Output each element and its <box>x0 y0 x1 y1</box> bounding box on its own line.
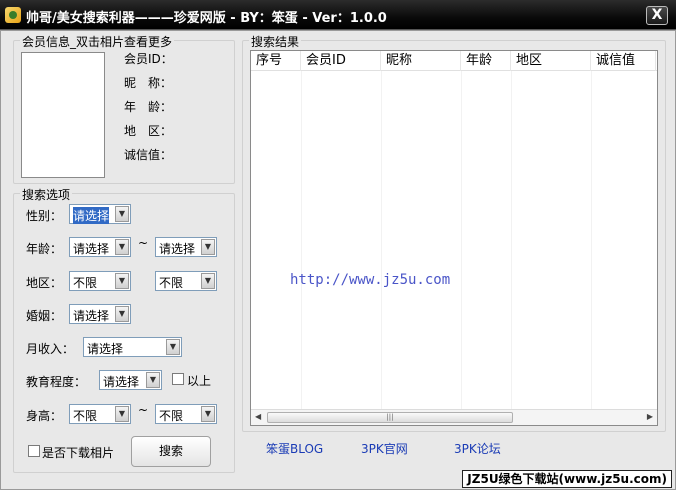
height-from-value: 不限 <box>73 409 98 423</box>
column-header-index[interactable]: 序号 <box>251 51 301 71</box>
column-header-credit[interactable]: 诚信值 <box>591 51 656 71</box>
title-bar: 帅哥/美女搜索利器———珍爱网版 - BY：笨蛋 - Ver：1.0.0 X <box>0 0 676 30</box>
window-title: 帅哥/美女搜索利器———珍爱网版 - BY：笨蛋 - Ver：1.0.0 <box>26 11 387 26</box>
column-divider <box>511 71 512 411</box>
age-from-value: 请选择 <box>73 242 110 256</box>
age-to-value: 请选择 <box>159 242 196 256</box>
education-label: 教育程度： <box>26 375 87 389</box>
education-select[interactable]: 请选择 ▼ <box>99 370 162 390</box>
marriage-label: 婚姻： <box>26 309 63 323</box>
city-select[interactable]: 不限 ▼ <box>155 271 217 291</box>
search-options-title: 搜索选项 <box>20 186 73 203</box>
age-to-select[interactable]: 请选择 ▼ <box>155 237 217 257</box>
marriage-select[interactable]: 请选择 ▼ <box>69 304 131 324</box>
education-above-checkbox[interactable] <box>172 373 184 385</box>
forum-link[interactable]: 3PK论坛 <box>454 440 501 457</box>
education-value: 请选择 <box>103 375 140 389</box>
city-value: 不限 <box>159 276 184 290</box>
column-divider <box>301 71 302 411</box>
horizontal-scrollbar[interactable]: ◀ ||| ▶ <box>251 409 657 425</box>
chevron-down-icon: ▼ <box>115 406 129 422</box>
blog-link[interactable]: 笨蛋BLOG <box>266 440 323 457</box>
height-to-value: 不限 <box>159 409 184 423</box>
gender-value: 请选择 <box>73 207 110 224</box>
gender-label: 性别： <box>26 209 63 223</box>
chevron-down-icon: ▼ <box>201 406 215 422</box>
height-label: 身高： <box>26 409 63 423</box>
watermark-url: http://www.jz5u.com <box>290 272 451 288</box>
income-label: 月收入： <box>26 342 75 356</box>
table-header: 序号 会员ID 昵称 年龄 地区 诚信值 <box>251 51 657 71</box>
member-info-title: 会员信息_双击相片查看更多 <box>20 33 175 50</box>
column-divider <box>591 71 592 411</box>
member-id-label: 会员ID： <box>124 52 173 66</box>
chevron-down-icon: ▼ <box>201 273 215 289</box>
marriage-value: 请选择 <box>73 309 110 323</box>
scroll-left-icon[interactable]: ◀ <box>255 412 261 421</box>
search-options-group: 搜索选项 <box>13 186 235 473</box>
height-to-select[interactable]: 不限 ▼ <box>155 404 217 424</box>
gender-select[interactable]: 请选择 ▼ <box>69 204 131 224</box>
download-site-badge: JZ5U绿色下载站(www.jz5u.com) <box>462 470 672 488</box>
chevron-down-icon: ▼ <box>115 206 129 222</box>
chevron-down-icon: ▼ <box>201 239 215 255</box>
age-label: 年 龄： <box>124 100 173 114</box>
height-range-separator: ~ <box>138 403 149 417</box>
column-header-member-id[interactable]: 会员ID <box>301 51 381 71</box>
scrollbar-thumb[interactable]: ||| <box>267 412 513 423</box>
province-select[interactable]: 不限 ▼ <box>69 271 131 291</box>
age-from-select[interactable]: 请选择 ▼ <box>69 237 131 257</box>
column-header-age[interactable]: 年龄 <box>461 51 511 71</box>
region-filter-label: 地区： <box>26 276 63 290</box>
column-header-nickname[interactable]: 昵称 <box>381 51 461 71</box>
income-select[interactable]: 请选择 ▼ <box>83 337 182 357</box>
province-value: 不限 <box>73 276 98 290</box>
column-header-region[interactable]: 地区 <box>511 51 591 71</box>
age-filter-label: 年龄： <box>26 242 63 256</box>
scroll-right-icon[interactable]: ▶ <box>647 412 653 421</box>
income-value: 请选择 <box>87 342 124 356</box>
app-icon <box>5 7 21 23</box>
member-photo[interactable] <box>21 52 105 178</box>
column-divider <box>381 71 382 411</box>
results-table[interactable]: 序号 会员ID 昵称 年龄 地区 诚信值 ◀ ||| ▶ <box>250 50 658 426</box>
close-button[interactable]: X <box>646 6 668 25</box>
height-from-select[interactable]: 不限 ▼ <box>69 404 131 424</box>
credit-label: 诚信值： <box>124 148 173 162</box>
education-above-label: 以上 <box>187 374 212 388</box>
chevron-down-icon: ▼ <box>146 372 160 388</box>
official-site-link[interactable]: 3PK官网 <box>361 440 408 457</box>
chevron-down-icon: ▼ <box>115 306 129 322</box>
search-button[interactable]: 搜索 <box>131 436 211 467</box>
download-photo-checkbox[interactable] <box>28 445 40 457</box>
region-label: 地 区： <box>124 124 173 138</box>
age-range-separator: ~ <box>138 236 149 250</box>
download-photo-label: 是否下载相片 <box>42 446 115 460</box>
column-divider <box>461 71 462 411</box>
nickname-label: 昵 称： <box>124 76 173 90</box>
chevron-down-icon: ▼ <box>115 273 129 289</box>
results-title: 搜索结果 <box>249 33 302 50</box>
chevron-down-icon: ▼ <box>166 339 180 355</box>
chevron-down-icon: ▼ <box>115 239 129 255</box>
